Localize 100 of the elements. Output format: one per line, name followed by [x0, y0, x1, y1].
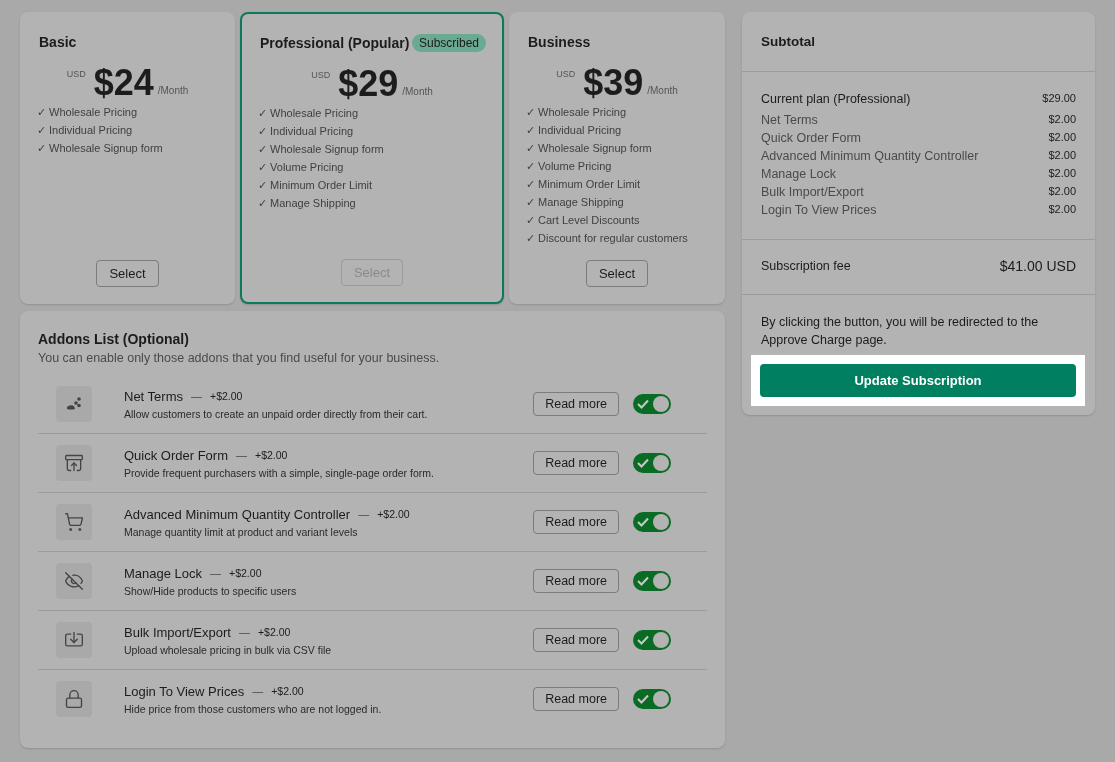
plan-price: $39: [583, 63, 644, 103]
feature-item: ✓ Manage Shipping: [526, 195, 625, 210]
plan-price: $24: [93, 63, 154, 103]
check-icon: [637, 694, 649, 704]
feature-item: ✓ Individual Pricing: [37, 123, 134, 138]
plan-name: Basic: [39, 34, 77, 50]
addon-name: Net Terms: [124, 388, 183, 404]
line-amount: $2.00: [1048, 167, 1076, 179]
subtotal-title: Subtotal: [742, 12, 1095, 72]
check-icon: [637, 458, 649, 468]
feature-item: ✓ Manage Shipping: [258, 196, 357, 211]
feature-item: ✓ Minimum Order Limit: [258, 178, 374, 193]
dash-separator: —: [238, 626, 250, 638]
addons-title: Addons List (Optional): [38, 331, 190, 347]
line-amount: $2.00: [1048, 131, 1076, 143]
addon-description: Provide frequent purchasers with a simple, single-page order form.: [124, 466, 435, 479]
currency-label: USD: [66, 69, 86, 79]
addon-toggle[interactable]: [633, 394, 671, 414]
dash-separator: —: [252, 685, 264, 697]
plan-card[interactable]: [509, 12, 725, 304]
dots-icon: [66, 397, 82, 411]
plan-price: $29: [338, 64, 399, 104]
addon-name: Bulk Import/Export: [124, 624, 231, 640]
price-period: /Month: [647, 85, 678, 96]
addon-name: Login To View Prices: [124, 683, 245, 699]
line-amount: $2.00: [1048, 185, 1076, 197]
plan-name: Professional (Popular): [260, 35, 410, 51]
update-subscription-button[interactable]: Update Subscription: [760, 364, 1076, 397]
feature-item: ✓ Wholesale Signup form: [37, 141, 164, 156]
addon-toggle[interactable]: [633, 571, 671, 591]
addon-description: Upload wholesale pricing in bulk via CSV file: [124, 643, 333, 656]
line-label: Current plan (Professional): [761, 92, 911, 106]
feature-item: ✓ Wholesale Pricing: [526, 105, 628, 120]
addon-name: Advanced Minimum Quantity Controller: [124, 506, 351, 522]
line-label: Bulk Import/Export: [761, 185, 864, 199]
line-label: Advanced Minimum Quantity Controller: [761, 149, 979, 163]
feature-item: ✓ Minimum Order Limit: [526, 177, 642, 192]
cart-icon: [64, 512, 84, 532]
check-icon: [637, 399, 649, 409]
line-label: Manage Lock: [761, 167, 837, 181]
addon-price: +$2.00: [377, 508, 410, 520]
read-more-button[interactable]: Read more: [533, 569, 619, 593]
currency-label: USD: [311, 70, 331, 80]
line-label: Quick Order Form: [761, 131, 861, 145]
subscribed-badge: Subscribed: [411, 34, 486, 52]
read-more-button[interactable]: Read more: [533, 510, 619, 534]
fee-label: Subscription fee: [761, 259, 851, 273]
read-more-button[interactable]: Read more: [533, 451, 619, 475]
feature-item: ✓ Volume Pricing: [526, 159, 613, 174]
dash-separator: —: [191, 390, 202, 402]
line-label: Login To View Prices: [761, 203, 877, 217]
fee-amount: $41.00 USD: [999, 258, 1076, 274]
feature-item: ✓ Wholesale Signup form: [258, 142, 385, 157]
redirect-note: By clicking the button, you will be redirected to the Approve Charge page.: [760, 314, 1040, 349]
feature-item: ✓ Cart Level Discounts: [526, 213, 641, 228]
plan-name: Business: [528, 34, 591, 50]
line-amount: $29.00: [1042, 92, 1076, 104]
check-icon: [637, 576, 649, 586]
import-icon: [64, 630, 84, 650]
addon-price: +$2.00: [229, 567, 262, 579]
addon-description: Manage quantity limit at product and variant levels: [124, 525, 359, 538]
price-period: /Month: [402, 86, 433, 97]
select-button[interactable]: Select: [96, 260, 159, 287]
lock-icon: [64, 689, 84, 709]
addon-toggle[interactable]: [633, 630, 671, 650]
feature-item: ✓ Discount for regular customers: [526, 231, 689, 246]
addon-description: Hide price from those customers who are not logged in.: [124, 702, 383, 715]
check-icon: [637, 635, 649, 645]
eye-icon: [64, 571, 84, 591]
read-more-button[interactable]: Read more: [533, 392, 619, 416]
line-amount: $2.00: [1048, 149, 1076, 161]
currency-label: USD: [556, 69, 576, 79]
addon-description: Show/Hide products to specific users: [124, 584, 298, 597]
addon-description: Allow customers to create an unpaid order directly from their cart.: [124, 407, 429, 420]
feature-item: ✓ Wholesale Pricing: [258, 106, 360, 121]
addon-name: Quick Order Form: [124, 447, 228, 463]
line-amount: $2.00: [1048, 113, 1076, 125]
check-icon: [637, 517, 649, 527]
read-more-button[interactable]: Read more: [533, 628, 619, 652]
plan-card[interactable]: Basic USD $24/Month ✓ Wholesale Pricing ✓ Individual Pricing ✓ Wholesale Signup form Select: [20, 12, 235, 304]
line-amount: $2.00: [1048, 203, 1076, 215]
addon-toggle[interactable]: [633, 453, 671, 473]
line-label: Net Terms: [761, 113, 818, 127]
feature-item: ✓ Wholesale Pricing: [37, 105, 139, 120]
read-more-button[interactable]: Read more: [533, 687, 619, 711]
feature-item: ✓ Individual Pricing: [526, 123, 623, 138]
addon-toggle[interactable]: [633, 689, 671, 709]
addon-price: +$2.00: [255, 449, 288, 461]
dash-separator: —: [210, 567, 222, 579]
price-period: /Month: [157, 85, 189, 96]
addon-price: +$2.00: [271, 685, 304, 697]
addons-subtitle: You can enable only those addons that you find useful for your business.: [38, 351, 441, 365]
dash-separator: —: [236, 449, 247, 461]
addon-toggle[interactable]: [633, 512, 671, 532]
addon-price: +$2.00: [210, 390, 243, 402]
addon-price: +$2.00: [257, 626, 291, 638]
feature-item: ✓ Volume Pricing: [258, 160, 345, 175]
dash-separator: —: [358, 508, 370, 520]
select-button[interactable]: Select: [585, 260, 649, 287]
addon-name: Manage Lock: [124, 565, 203, 581]
